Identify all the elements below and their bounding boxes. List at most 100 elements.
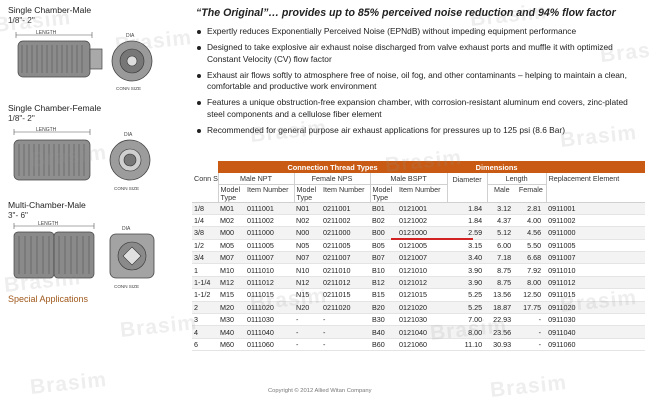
bspt-item-cell: 0121002	[397, 214, 448, 228]
bspt-model-cell: B40	[370, 325, 397, 339]
product-size: 1/8"- 2"	[8, 16, 35, 25]
length-male-cell: 22.93	[487, 313, 517, 327]
dim-length-label: LENGTH	[36, 127, 57, 133]
feature-item: Features a unique obstruction-free expan…	[196, 97, 644, 120]
dim-length-label: LENGTH	[38, 221, 59, 227]
length-male-cell: 8.75	[487, 276, 517, 290]
highlight-underline	[391, 238, 473, 240]
length-female-cell: 4.56	[516, 226, 547, 240]
dim-conn-label: CONN SIZE	[114, 186, 139, 191]
product-gallery: Single Chamber-Male 1/8"- 2" LENGTH DIA …	[0, 0, 188, 400]
npt-item-cell: 0111002	[245, 214, 294, 228]
conn-size-cell: 1	[192, 263, 218, 277]
nps-model-cell: -	[294, 338, 321, 352]
npt-item-cell: 0111010	[245, 263, 294, 277]
bspt-model-cell: B30	[370, 313, 397, 327]
product-title: Multi-Chamber-Male	[8, 200, 86, 210]
nps-item-cell: 0211020	[321, 301, 370, 315]
bspt-model-cell: B15	[370, 288, 397, 302]
npt-model-cell: M20	[218, 301, 245, 315]
feature-item: Designed to take explosive air exhaust n…	[196, 42, 644, 65]
nps-model-cell: N01	[294, 202, 321, 215]
replacement-element-cell: 0911005	[546, 239, 646, 253]
length-male-cell: 30.93	[487, 338, 517, 352]
diameter-cell: 1.84	[447, 214, 488, 228]
diameter-cell: 3.90	[447, 263, 488, 277]
conn-size-cell: 1-1/4	[192, 276, 218, 290]
npt-item-cell: 0111015	[245, 288, 294, 302]
replacement-element-cell: 0911012	[546, 276, 646, 290]
table-row: 4 M40 0111040- - B40 0121040 8.00 23.56-0911040	[192, 325, 646, 339]
male-bspt-header: Male BSPT	[369, 173, 448, 185]
nps-item-cell: -	[321, 325, 370, 339]
bspt-item-cell: 0121015	[397, 288, 448, 302]
model-type-header: Model Type	[369, 184, 397, 203]
nps-item-cell: -	[321, 338, 370, 352]
bspt-model-cell: B05	[370, 239, 397, 253]
bspt-item-cell: 0121012	[397, 276, 448, 290]
nps-model-cell: N07	[294, 251, 321, 265]
diameter-cell: 8.00	[447, 325, 488, 339]
product-size: 1/8"- 2"	[8, 114, 35, 123]
table-row: 2 M20 0111020 N20 0211020 B20 0121020 5.25 18.87…	[192, 301, 646, 315]
table-row: 6 M60 0111060- - B60 0121060 11.10 30.93-091106…	[192, 338, 646, 352]
length-female-cell: 4.00	[516, 214, 547, 228]
table-row: 1/4 M02 0111002 N02 0211002 B02 0121002 1.84 4.3…	[192, 214, 646, 228]
npt-item-cell: 0111040	[245, 325, 294, 339]
dim-dia-label: DIA	[124, 132, 133, 138]
single-chamber-male-drawing: LENGTH DIA CONN SIZE	[15, 30, 153, 91]
length-header: Length	[486, 173, 547, 185]
length-male-cell: 13.56	[487, 288, 517, 302]
table-row: 3/4 M07 0111007 N07 0211007 B07 0121007 3.40 7.1…	[192, 251, 646, 265]
npt-model-cell: M12	[218, 276, 245, 290]
dim-conn-label: CONN SIZE	[114, 284, 139, 289]
conn-size-cell: 1/8	[192, 202, 218, 215]
diameter-cell: 1.84	[447, 202, 488, 215]
table-row: 3 M30 0111030- - B30 0121030 7.00 22.93-0911030	[192, 313, 646, 327]
nps-model-cell: -	[294, 325, 321, 339]
bspt-item-cell: 0121001	[397, 202, 448, 215]
single-chamber-female-drawing: LENGTH DIA CONN SIZE	[13, 127, 151, 191]
conn-size-cell: 3	[192, 313, 218, 327]
npt-model-cell: M07	[218, 251, 245, 265]
bspt-model-cell: B12	[370, 276, 397, 290]
feature-item: Expertly reduces Exponentially Perceived…	[196, 26, 644, 38]
model-type-header: Model Type	[217, 184, 245, 203]
replacement-element-cell: 0911001	[546, 202, 646, 215]
table-row: 1-1/4 M12 0111012 N12 0211012 B12 0121012 3.90 8…	[192, 276, 646, 290]
nps-item-cell: 0211001	[321, 202, 370, 215]
bspt-model-cell: B10	[370, 263, 397, 277]
length-female-cell: 7.92	[516, 263, 547, 277]
product-size: 3"- 6"	[8, 211, 28, 220]
npt-model-cell: M01	[218, 202, 245, 215]
connection-thread-types-header: Connection Thread Types	[218, 161, 448, 173]
npt-item-cell: 0111007	[245, 251, 294, 265]
diameter-cell: 7.00	[447, 313, 488, 327]
length-female-cell: 2.81	[516, 202, 547, 215]
feature-item: Exhaust air flows softly to atmosphere f…	[196, 70, 644, 93]
male-length-header: Male	[486, 184, 517, 203]
conn-size-cell: 3/8	[192, 226, 218, 240]
npt-model-cell: M40	[218, 325, 245, 339]
special-applications-link[interactable]: Special Applications	[8, 294, 88, 304]
bspt-model-cell: B07	[370, 251, 397, 265]
length-male-cell: 6.00	[487, 239, 517, 253]
feature-item: Recommended for general purpose air exha…	[196, 125, 644, 137]
replacement-element-cell: 0911015	[546, 288, 646, 302]
replacement-element-cell: 0911000	[546, 226, 646, 240]
conn-size-cell: 6	[192, 338, 218, 352]
npt-item-cell: 0111030	[245, 313, 294, 327]
replacement-element-cell: 0911040	[546, 325, 646, 339]
length-male-cell: 18.87	[487, 301, 517, 315]
length-male-cell: 5.12	[487, 226, 517, 240]
table-row: 1/2 M05 0111005 N05 0211005 B05 0121005 3.15 6.0…	[192, 239, 646, 253]
dim-dia-label: DIA	[122, 226, 131, 232]
multi-chamber-male-drawing: LENGTH DIA CONN SIZE	[13, 221, 155, 289]
dim-dia-label: DIA	[126, 33, 135, 39]
female-length-header: Female	[516, 184, 547, 203]
page-headline: “The Original”… provides up to 85% perce…	[196, 7, 616, 19]
diameter-cell: 3.40	[447, 251, 488, 265]
conn-size-cell: 3/4	[192, 251, 218, 265]
nps-model-cell: N10	[294, 263, 321, 277]
length-male-cell: 7.18	[487, 251, 517, 265]
